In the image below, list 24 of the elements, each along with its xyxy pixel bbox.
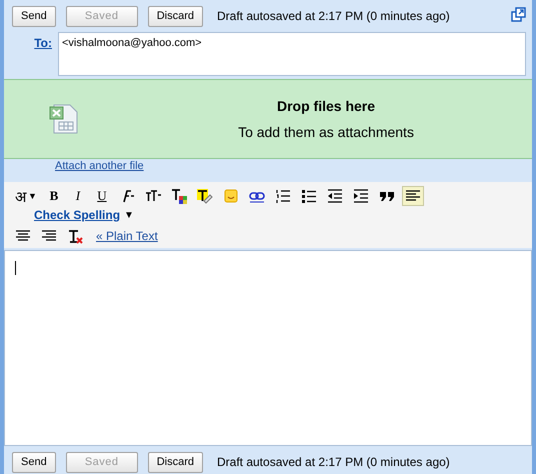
discard-button[interactable]: Discard xyxy=(148,6,203,26)
drop-zone[interactable]: Drop files here To add them as attachments xyxy=(4,79,532,159)
discard-button[interactable]: Discard xyxy=(148,452,203,472)
to-link[interactable]: To: xyxy=(4,32,52,76)
spreadsheet-file-icon xyxy=(48,103,80,135)
input-tools-button[interactable]: अ▼ xyxy=(12,186,40,206)
to-field[interactable]: <vishalmoona@yahoo.com> xyxy=(58,32,526,76)
drop-subtitle: To add them as attachments xyxy=(238,124,414,140)
check-spelling-link[interactable]: Check Spelling xyxy=(34,208,120,222)
send-button[interactable]: Send xyxy=(12,452,56,472)
bold-button[interactable]: B xyxy=(44,186,64,206)
plain-text-link[interactable]: « Plain Text xyxy=(96,229,158,243)
message-body-field[interactable] xyxy=(4,250,532,446)
autosave-status: Draft autosaved at 2:17 PM (0 minutes ago) xyxy=(217,9,451,23)
pop-out-icon[interactable] xyxy=(511,7,526,22)
text-cursor xyxy=(15,261,16,275)
spelling-caret[interactable]: ▼ xyxy=(124,210,134,220)
align-left-icon[interactable] xyxy=(402,186,424,206)
underline-button[interactable]: U xyxy=(92,186,112,206)
send-button[interactable]: Send xyxy=(12,6,56,26)
attach-file-link[interactable]: Attach another file xyxy=(55,160,532,174)
italic-button[interactable]: I xyxy=(68,186,88,206)
drop-title: Drop files here xyxy=(276,98,376,114)
autosave-status: Draft autosaved at 2:17 PM (0 minutes ago) xyxy=(217,455,451,469)
